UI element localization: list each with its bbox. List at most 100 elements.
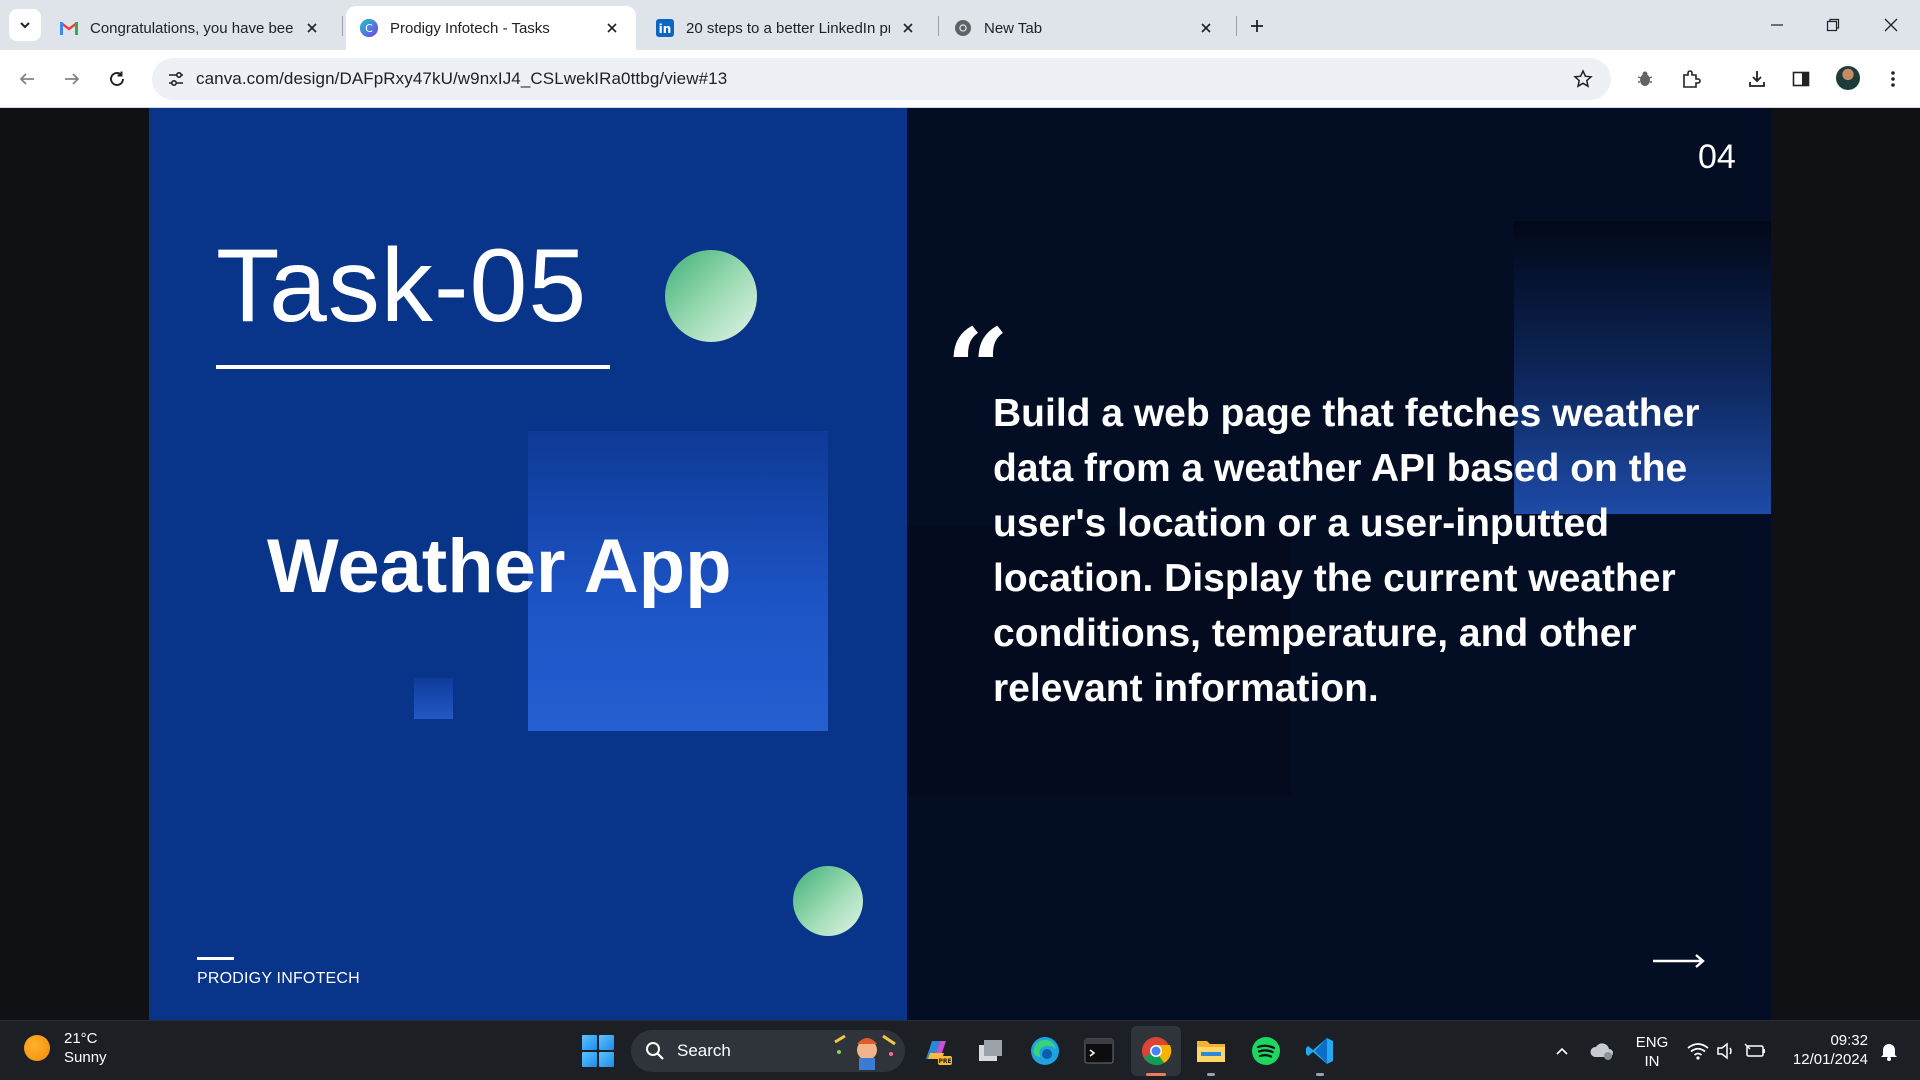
battery-icon	[1744, 1043, 1765, 1057]
windows-logo-icon	[582, 1035, 597, 1050]
puzzle-icon	[1683, 70, 1701, 88]
windows-logo-icon	[599, 1035, 614, 1050]
tab-title: New Tab	[984, 19, 1043, 37]
folder-icon	[1197, 1041, 1225, 1062]
brand-label: PRODIGY INFOTECH	[197, 970, 360, 987]
new-tab-button[interactable]	[1244, 13, 1270, 39]
tab-new-tab[interactable]: New Tab	[940, 6, 1230, 50]
show-hidden-icons-button[interactable]	[1552, 1037, 1572, 1065]
svg-text:C: C	[365, 22, 373, 35]
side-panel-icon	[1792, 71, 1810, 87]
weather-widget[interactable]: 21°C Sunny	[24, 1029, 107, 1067]
site-info-icon[interactable]	[156, 58, 196, 100]
task-description: Build a web page that fetches weather da…	[993, 392, 1700, 710]
chevron-up-icon	[1556, 1047, 1568, 1055]
tab-linkedin[interactable]: in 20 steps to a better LinkedIn pr	[642, 6, 932, 50]
tab-separator	[938, 16, 939, 36]
title-underline	[216, 365, 610, 369]
restore-button[interactable]	[1818, 10, 1848, 40]
spotify-app[interactable]	[1247, 1032, 1285, 1070]
edge-icon	[1031, 1037, 1059, 1065]
system-clock[interactable]: 09:32 12/01/2024	[1788, 1031, 1868, 1069]
forward-button[interactable]	[55, 62, 89, 96]
vscode-icon	[1306, 1038, 1333, 1064]
search-placeholder: Search	[677, 1041, 731, 1060]
extensions-button[interactable]	[1674, 62, 1708, 96]
address-bar[interactable]: canva.com/design/DAFpRxy47kU/w9nxIJ4_CSL…	[152, 58, 1611, 100]
start-button[interactable]	[582, 1035, 614, 1067]
brand-divider	[197, 957, 234, 960]
tab-search-button[interactable]	[9, 9, 41, 41]
minimize-button[interactable]	[1762, 10, 1792, 40]
terminal-app[interactable]	[1080, 1032, 1118, 1070]
wifi-status[interactable]	[1686, 1037, 1710, 1065]
open-indicator	[1316, 1073, 1324, 1076]
plus-icon	[1251, 20, 1263, 32]
copilot-icon: PRE	[926, 1041, 952, 1065]
task-view-icon	[979, 1040, 1002, 1061]
presentation-slide: Task-05 Weather App PRODIGY INFOTECH 04 …	[149, 108, 1771, 1020]
arrow-left-icon	[19, 73, 34, 85]
clock-date: 12/01/2024	[1792, 1051, 1868, 1068]
close-icon[interactable]	[602, 18, 622, 38]
back-button[interactable]	[10, 62, 44, 96]
vscode-app[interactable]	[1301, 1032, 1339, 1076]
page-viewport: Task-05 Weather App PRODIGY INFOTECH 04 …	[0, 108, 1920, 1020]
windows-logo-icon	[582, 1052, 597, 1067]
copilot-app[interactable]: PRE	[917, 1032, 955, 1070]
more-vertical-icon	[1891, 71, 1895, 87]
tab-gmail[interactable]: Congratulations, you have been	[46, 6, 336, 50]
svg-text:PRE: PRE	[938, 1058, 951, 1065]
language-code: ENG	[1635, 1034, 1669, 1051]
close-icon	[1884, 18, 1898, 32]
reload-icon	[110, 71, 124, 86]
language-indicator[interactable]: ENG IN	[1630, 1032, 1674, 1072]
chrome-icon	[1142, 1037, 1172, 1066]
tab-strip: Congratulations, you have been C Prodigy…	[0, 0, 1920, 50]
tab-title: Congratulations, you have been	[90, 19, 294, 37]
tab-prodigy[interactable]: C Prodigy Infotech - Tasks	[346, 6, 636, 50]
bug-icon	[1637, 71, 1653, 86]
cloud-icon	[1590, 1043, 1613, 1060]
volume-status[interactable]	[1714, 1037, 1738, 1065]
edge-app[interactable]	[1026, 1032, 1064, 1070]
decorative-green-circle	[793, 866, 863, 936]
file-explorer-app[interactable]	[1192, 1032, 1230, 1076]
task-title: Task-05	[216, 228, 588, 344]
search-highlight-art	[834, 1034, 896, 1070]
reload-button[interactable]	[100, 62, 134, 96]
extension-bug-button[interactable]	[1628, 62, 1662, 96]
tab-title: 20 steps to a better LinkedIn pr	[686, 19, 890, 37]
side-panel-button[interactable]	[1784, 62, 1818, 96]
decorative-green-circle	[665, 250, 757, 342]
browser-toolbar: canva.com/design/DAFpRxy47kU/w9nxIJ4_CSL…	[0, 50, 1920, 108]
close-icon[interactable]	[1196, 18, 1216, 38]
profile-avatar[interactable]	[1836, 66, 1860, 90]
open-indicator	[1207, 1073, 1215, 1076]
app-name-heading: Weather App	[267, 524, 732, 609]
browser-menu-button[interactable]	[1876, 62, 1910, 96]
downloads-button[interactable]	[1740, 62, 1774, 96]
task-view-app[interactable]	[972, 1032, 1010, 1070]
arrow-right-icon	[65, 73, 80, 85]
onedrive-tray[interactable]	[1588, 1037, 1616, 1065]
svg-text:in: in	[659, 22, 672, 36]
windows-taskbar: 21°C Sunny Search PRE ENG IN 09:32 12/01…	[0, 1020, 1920, 1080]
arrow-right-icon	[1653, 954, 1705, 968]
close-icon[interactable]	[302, 18, 322, 38]
gmail-icon	[60, 19, 78, 37]
chrome-app[interactable]	[1137, 1032, 1175, 1076]
tab-separator	[342, 16, 343, 36]
terminal-icon	[1084, 1038, 1114, 1064]
slide-page-number: 04	[1698, 138, 1736, 176]
tab-separator	[1236, 16, 1237, 36]
bell-icon	[1881, 1044, 1897, 1061]
battery-status[interactable]	[1742, 1037, 1768, 1065]
close-window-button[interactable]	[1876, 10, 1906, 40]
bookmark-star-icon[interactable]	[1563, 58, 1603, 100]
taskbar-search[interactable]: Search	[631, 1030, 905, 1072]
download-icon	[1749, 71, 1765, 87]
notifications-button[interactable]	[1876, 1037, 1902, 1065]
next-slide-button[interactable]	[1651, 950, 1707, 972]
close-icon[interactable]	[898, 18, 918, 38]
